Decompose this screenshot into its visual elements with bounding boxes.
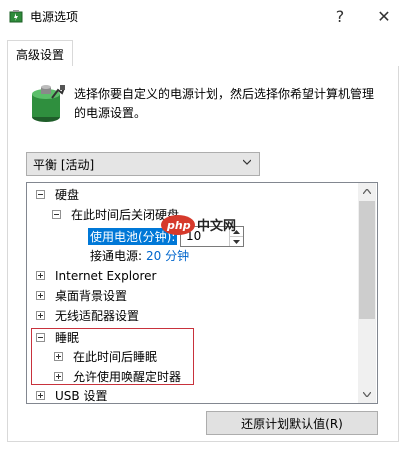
tree-item-label: 桌面背景设置 [55, 289, 128, 303]
plan-select-value: 平衡 [活动] [33, 157, 95, 172]
php-cn-watermark: php 中文网 [161, 215, 236, 235]
tab-advanced-settings[interactable]: 高级设置 [7, 40, 73, 67]
plan-description: 选择你要自定义的电源计划，然后选择你希望计算机管理的电源设置。 [74, 87, 375, 120]
tree-item-wireless-adapter[interactable]: 无线适配器设置 [36, 306, 139, 325]
collapse-icon[interactable] [52, 210, 61, 219]
scroll-thumb[interactable] [359, 201, 375, 319]
chevron-down-icon [363, 392, 371, 397]
tree-scrollbar[interactable] [358, 183, 376, 403]
scroll-down-button[interactable] [358, 386, 376, 403]
restore-defaults-button[interactable]: 还原计划默认值(R) [206, 411, 378, 435]
scroll-up-button[interactable] [358, 183, 376, 200]
power-options-icon [9, 10, 23, 23]
plugged-setting-label: 接通电源: [90, 249, 143, 263]
tree-item-label: USB 设置 [55, 389, 108, 403]
expand-icon[interactable] [36, 271, 45, 280]
tree-item-ie[interactable]: Internet Explorer [36, 266, 156, 285]
plugged-setting-value[interactable]: 20 分钟 [146, 247, 189, 264]
plan-select[interactable]: 平衡 [活动] [26, 152, 260, 176]
collapse-icon[interactable] [36, 190, 45, 199]
expand-icon[interactable] [36, 311, 45, 320]
expand-icon[interactable] [36, 391, 45, 400]
help-button[interactable]: ? [318, 0, 362, 32]
chevron-down-icon [243, 159, 251, 165]
chevron-down-icon [233, 239, 240, 244]
tree-item-label: 无线适配器设置 [55, 309, 140, 323]
plugged-setting-row[interactable]: 接通电源: 20 分钟 [90, 246, 189, 265]
close-button[interactable]: ✕ [362, 0, 406, 32]
tree-item-disk[interactable]: 硬盘 [36, 185, 79, 204]
window-title: 电源选项 [30, 10, 79, 24]
battery-icon [32, 85, 65, 122]
tree-item-label: Internet Explorer [55, 268, 157, 283]
chevron-up-icon [363, 189, 371, 194]
tree-item-usb[interactable]: USB 设置 [36, 386, 108, 403]
tree-item-desktop-background[interactable]: 桌面背景设置 [36, 286, 127, 305]
stepper-down-button[interactable] [230, 237, 243, 246]
expand-icon[interactable] [36, 291, 45, 300]
sleep-highlight-box [31, 328, 194, 385]
watermark-right-text: 中文网 [197, 218, 236, 234]
tree-item-label: 硬盘 [55, 188, 80, 202]
watermark-left-text: php [166, 219, 191, 232]
